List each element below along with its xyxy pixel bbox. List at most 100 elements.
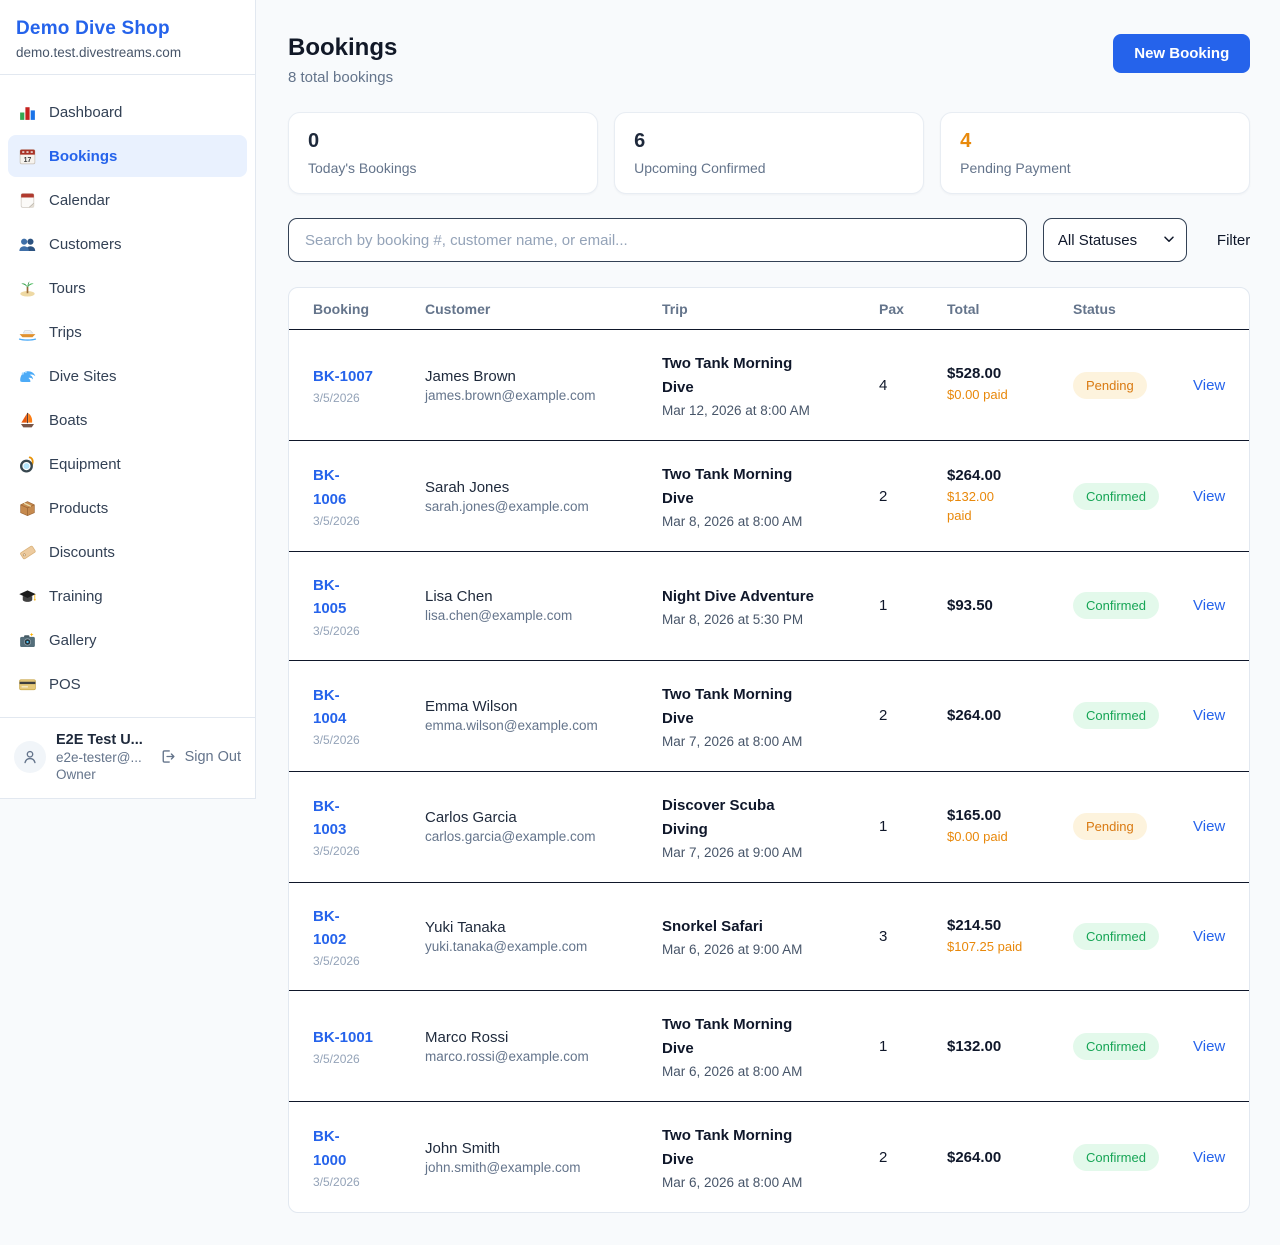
view-link[interactable]: View [1193, 488, 1225, 505]
sidebar-item[interactable]: Products [8, 487, 247, 529]
booking-cell: BK-1001 3/5/2026 [313, 1026, 425, 1066]
trip-cell: Discover Scuba Diving Mar 7, 2026 at 9:0… [662, 794, 879, 860]
table-row: BK- 1003 3/5/2026 Carlos Garcia carlos.g… [289, 771, 1249, 882]
total-amount: $264.00 [947, 467, 1073, 484]
view-link[interactable]: View [1193, 597, 1225, 614]
trip-datetime: Mar 6, 2026 at 9:00 AM [662, 942, 879, 957]
sidebar-item[interactable]: Dashboard [8, 91, 247, 133]
trip-datetime: Mar 6, 2026 at 8:00 AM [662, 1175, 879, 1190]
sidebar-item[interactable]: POS [8, 663, 247, 705]
sailboat-icon [18, 411, 37, 430]
filter-button[interactable]: Filter [1217, 232, 1250, 249]
status-select-wrap: All Statuses [1043, 218, 1187, 262]
customer-name: Yuki Tanaka [425, 919, 662, 936]
view-link[interactable]: View [1193, 818, 1225, 835]
user-name: E2E Test U... [56, 732, 149, 748]
total-amount: $528.00 [947, 365, 1073, 382]
booking-id-link[interactable]: BK- 1004 [313, 684, 346, 731]
booking-id-link[interactable]: BK- 1003 [313, 795, 346, 842]
table-header-row: Booking Customer Trip Pax Total Status [289, 288, 1249, 330]
trip-datetime: Mar 12, 2026 at 8:00 AM [662, 403, 879, 418]
trip-name: Two Tank Morning Dive [662, 1013, 879, 1061]
trip-name: Two Tank Morning Dive [662, 1124, 879, 1172]
view-link[interactable]: View [1193, 928, 1225, 945]
view-link[interactable]: View [1193, 1149, 1225, 1166]
trip-name: Two Tank Morning Dive [662, 683, 879, 731]
graduation-cap-icon [18, 587, 37, 606]
booking-date: 3/5/2026 [313, 1175, 425, 1189]
sidebar-item-label: Products [49, 500, 108, 517]
view-link[interactable]: View [1193, 1038, 1225, 1055]
booking-id-link[interactable]: BK- 1005 [313, 574, 346, 621]
table-row: BK-1001 3/5/2026 Marco Rossi marco.rossi… [289, 990, 1249, 1101]
booking-id-link[interactable]: BK-1001 [313, 1026, 373, 1049]
sidebar-item[interactable]: Customers [8, 223, 247, 265]
sidebar-item[interactable]: Training [8, 575, 247, 617]
booking-id-link[interactable]: BK- 1002 [313, 905, 346, 952]
sidebar-item[interactable]: Calendar [8, 179, 247, 221]
customer-cell: James Brown james.brown@example.com [425, 368, 662, 403]
pax-value: 2 [879, 488, 947, 505]
speedboat-icon [18, 323, 37, 342]
status-badge: Confirmed [1073, 1033, 1159, 1060]
customer-cell: Emma Wilson emma.wilson@example.com [425, 698, 662, 733]
stat-label: Upcoming Confirmed [634, 160, 904, 176]
column-header-pax: Pax [879, 301, 947, 317]
trip-name: Snorkel Safari [662, 915, 879, 939]
booking-id-link[interactable]: BK- 1006 [313, 464, 346, 511]
customer-name: Marco Rossi [425, 1029, 662, 1046]
stat-label: Pending Payment [960, 160, 1230, 176]
search-input[interactable] [288, 218, 1027, 262]
customer-cell: Sarah Jones sarah.jones@example.com [425, 479, 662, 514]
status-filter-select[interactable]: All Statuses [1043, 218, 1187, 262]
calendar-icon [18, 191, 37, 210]
sidebar-item[interactable]: Trips [8, 311, 247, 353]
column-header-total: Total [947, 301, 1073, 317]
view-link[interactable]: View [1193, 377, 1225, 394]
sidebar-item[interactable]: Gallery [8, 619, 247, 661]
sidebar-item[interactable]: Equipment [8, 443, 247, 485]
sidebar-item-label: Tours [49, 280, 86, 297]
booking-id-link[interactable]: BK-1007 [313, 365, 373, 388]
trip-datetime: Mar 7, 2026 at 8:00 AM [662, 734, 879, 749]
page-title-block: Bookings 8 total bookings [288, 34, 397, 86]
sidebar-item[interactable]: Tours [8, 267, 247, 309]
customer-cell: Lisa Chen lisa.chen@example.com [425, 588, 662, 623]
pax-value: 1 [879, 818, 947, 835]
stat-value: 6 [634, 130, 904, 153]
sidebar-item-label: Gallery [49, 632, 97, 649]
bookings-calendar-icon: 17 [18, 147, 37, 166]
sidebar-item[interactable]: Discounts [8, 531, 247, 573]
trip-name: Discover Scuba Diving [662, 794, 879, 842]
brand-domain: demo.test.divestreams.com [16, 45, 239, 60]
customer-email: sarah.jones@example.com [425, 499, 662, 514]
total-cell: $528.00 $0.00 paid [947, 365, 1073, 405]
pax-value: 1 [879, 597, 947, 614]
new-booking-button[interactable]: New Booking [1113, 34, 1250, 73]
sidebar-item-label: Dashboard [49, 104, 122, 121]
trip-cell: Two Tank Morning Dive Mar 6, 2026 at 8:0… [662, 1124, 879, 1190]
status-cell: Confirmed [1073, 1144, 1193, 1171]
status-badge: Confirmed [1073, 1144, 1159, 1171]
view-link[interactable]: View [1193, 707, 1225, 724]
table-row: BK- 1002 3/5/2026 Yuki Tanaka yuki.tanak… [289, 882, 1249, 991]
paid-amount: $0.00 paid [947, 827, 1073, 847]
booking-id-link[interactable]: BK- 1000 [313, 1125, 346, 1172]
table-row: BK-1007 3/5/2026 James Brown james.brown… [289, 330, 1249, 440]
sidebar-item[interactable]: 17 Bookings [8, 135, 247, 177]
signout-icon [159, 748, 178, 767]
sidebar-item[interactable]: Boats [8, 399, 247, 441]
booking-date: 3/5/2026 [313, 954, 425, 968]
trip-cell: Two Tank Morning Dive Mar 8, 2026 at 8:0… [662, 463, 879, 529]
sidebar-item[interactable]: Dive Sites [8, 355, 247, 397]
customer-name: Carlos Garcia [425, 809, 662, 826]
status-cell: Confirmed [1073, 923, 1193, 950]
customer-cell: Marco Rossi marco.rossi@example.com [425, 1029, 662, 1064]
trip-name: Two Tank Morning Dive [662, 463, 879, 511]
credit-card-icon [18, 675, 37, 694]
customer-name: James Brown [425, 368, 662, 385]
sidebar-item-label: Bookings [49, 148, 117, 165]
sign-out-button[interactable]: Sign Out [159, 748, 241, 767]
trip-cell: Two Tank Morning Dive Mar 12, 2026 at 8:… [662, 352, 879, 418]
booking-cell: BK- 1002 3/5/2026 [313, 905, 425, 969]
